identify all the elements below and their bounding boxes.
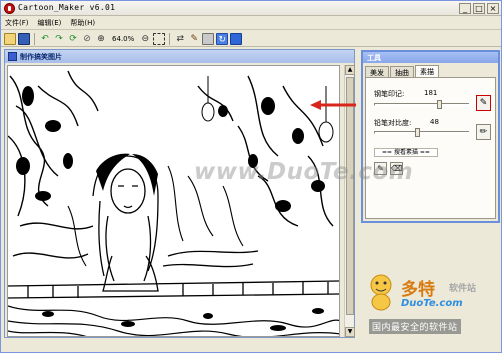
pen-mark-slider-knob[interactable]	[437, 100, 442, 109]
select-icon[interactable]	[153, 32, 166, 45]
open-folder-icon[interactable]	[4, 32, 16, 45]
view-sketch-button[interactable]: == 搜看素描 ==	[374, 148, 438, 157]
menu-file[interactable]: 文件(F)	[5, 18, 29, 28]
watermark-url: www.DuoTe.com	[194, 159, 414, 185]
sketch-canvas[interactable]	[7, 65, 340, 337]
menu-edit[interactable]: 编辑(E)	[38, 18, 62, 28]
image-window-icon	[8, 52, 17, 61]
brand-slogan: 国内最安全的软件站	[369, 319, 461, 334]
scroll-thumb[interactable]	[346, 77, 354, 315]
print-icon[interactable]	[202, 32, 215, 45]
mascot-icon	[370, 274, 392, 311]
toolbar-separator	[34, 32, 35, 45]
image-window-titlebar[interactable]: 制作搞笑图片	[5, 50, 354, 63]
zoom-in-icon[interactable]: ⊕	[95, 33, 107, 45]
menu-help[interactable]: 帮助(H)	[70, 18, 95, 28]
sketch-tab-body: 钢笔印记: 181 ✎ 铅笔对比度: 48 ✏ == 搜看素描 == ✎ ⌫	[365, 77, 496, 219]
minimize-button[interactable]: _	[459, 3, 471, 14]
pencil-contrast-label: 铅笔对比度:	[374, 119, 412, 127]
zoom-out-icon[interactable]: ⊖	[139, 33, 151, 45]
image-window-title: 制作搞笑图片	[20, 53, 62, 61]
flip-icon[interactable]: ⇄	[174, 33, 186, 45]
toolbar: ↶ ↷ ⟳ ⊘ ⊕ 64.0% ⊖ ⇄ ✎ ↻	[1, 31, 501, 47]
tab-warp[interactable]: 抽曲	[390, 66, 414, 77]
pencil-contrast-value: 48	[430, 118, 439, 126]
brand-url: DuoTe.com	[401, 298, 463, 309]
brand-suffix: 软件站	[449, 284, 477, 294]
window-controls: _ □ ×	[459, 3, 499, 14]
undo-icon[interactable]: ↶	[39, 33, 51, 45]
duote-logo: 多特 软件站 DuoTe.com 国内最安全的软件站	[361, 271, 501, 341]
capture-icon[interactable]	[230, 32, 243, 45]
brush-icon[interactable]: ✎	[188, 33, 200, 45]
app-logo-icon	[4, 3, 15, 14]
tool-panel: 工具 美发 抽曲 素描 钢笔印记: 181 ✎ 铅笔对比度: 48 ✏ == 搜…	[361, 50, 500, 223]
pen-mark-label: 钢笔印记:	[374, 90, 405, 98]
zoom-level: 64.0%	[112, 34, 135, 43]
tab-hair[interactable]: 美发	[365, 66, 389, 77]
pencil-contrast-slider-knob[interactable]	[415, 128, 420, 137]
eraser-icon[interactable]: ⊘	[81, 33, 93, 45]
maximize-button[interactable]: □	[473, 3, 485, 14]
pencil-contrast-slider[interactable]	[374, 128, 469, 137]
save-icon[interactable]	[18, 32, 30, 45]
tab-sketch[interactable]: 素描	[415, 65, 439, 77]
menu-bar: 文件(F) 编辑(E) 帮助(H)	[1, 17, 501, 30]
rotate-icon[interactable]: ⟳	[67, 33, 79, 45]
image-window: 制作搞笑图片 ▲ ▼	[4, 49, 355, 338]
scroll-down-arrow-icon[interactable]: ▼	[345, 327, 355, 337]
brand-name: 多特	[401, 280, 435, 300]
pen-mark-slider[interactable]	[374, 100, 469, 109]
redo-icon[interactable]: ↷	[53, 33, 65, 45]
pen-mark-value: 181	[424, 89, 438, 97]
app-window: Cartoon_Maker v6.01 _ □ × 文件(F) 编辑(E) 帮助…	[0, 0, 502, 353]
red-arrow-icon	[310, 100, 356, 110]
tool-tabs: 美发 抽曲 素描	[365, 65, 440, 77]
sketch-image	[8, 66, 339, 336]
scroll-up-arrow-icon[interactable]: ▲	[345, 65, 355, 75]
toolbar-separator	[169, 32, 171, 45]
refresh-icon[interactable]: ↻	[216, 32, 229, 45]
app-title: Cartoon_Maker v6.01	[18, 3, 116, 12]
tool-panel-title: 工具	[367, 54, 381, 62]
close-button[interactable]: ×	[487, 3, 499, 14]
pen-mark-tool-icon[interactable]: ✎	[476, 95, 491, 111]
title-bar[interactable]: Cartoon_Maker v6.01 _ □ ×	[1, 1, 501, 16]
pencil-tool-icon[interactable]: ✏	[476, 124, 491, 140]
tool-panel-titlebar[interactable]: 工具	[363, 52, 498, 63]
